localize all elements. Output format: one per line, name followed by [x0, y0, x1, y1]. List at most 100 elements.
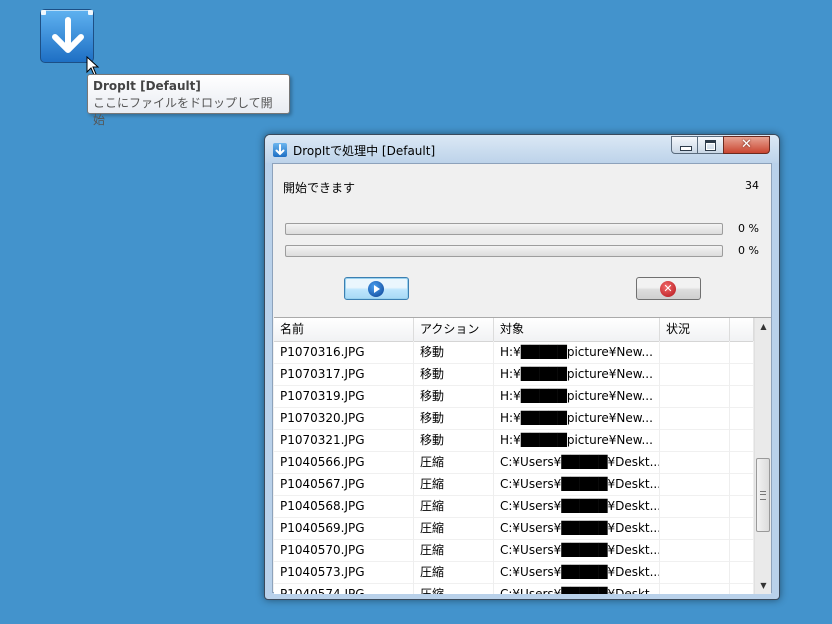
cell-spacer [730, 583, 754, 594]
cell-action: 圧縮 [414, 451, 494, 473]
cell-status [660, 583, 730, 594]
cell-action: 移動 [414, 385, 494, 407]
progress-percent-total: 0 % [738, 244, 759, 257]
down-arrow-icon [275, 144, 285, 156]
cell-status [660, 363, 730, 385]
scroll-down-icon[interactable]: ▼ [755, 577, 771, 594]
selection-handle [41, 10, 46, 15]
file-count: 34 [745, 179, 759, 192]
progress-percent-current: 0 % [738, 222, 759, 235]
scrollbar-thumb[interactable] [756, 458, 770, 532]
dropit-progress-window: DropItで処理中 [Default] ✕ 開始できます 34 0 % 0 %… [264, 134, 780, 600]
column-header-spacer [730, 318, 754, 341]
list-row[interactable]: P1070320.JPG 移動 H:¥█████picture¥New... [274, 407, 754, 430]
cell-target: H:¥█████picture¥New... [494, 385, 660, 407]
cell-action: 移動 [414, 363, 494, 385]
cancel-button[interactable]: ✕ [636, 277, 701, 300]
status-text: 開始できます [283, 181, 356, 195]
down-arrow-icon [52, 17, 84, 53]
list-row[interactable]: P1040573.JPG 圧縮 C:¥Users¥█████¥Deskt... [274, 561, 754, 584]
column-header-status[interactable]: 状況 [660, 318, 730, 341]
cell-name: P1040570.JPG [274, 539, 414, 561]
tooltip: DropIt [Default] ここにファイルをドロップして開始 [87, 74, 290, 127]
cell-status [660, 451, 730, 473]
cell-status [660, 341, 730, 363]
cell-status [660, 495, 730, 517]
mouse-cursor-icon [86, 56, 100, 76]
cell-spacer [730, 539, 754, 561]
progress-bar-current [285, 223, 723, 235]
cell-name: P1040573.JPG [274, 561, 414, 583]
scroll-up-icon[interactable]: ▲ [755, 318, 771, 335]
cell-status [660, 407, 730, 429]
cell-status [660, 517, 730, 539]
grip-icon [760, 491, 766, 500]
tooltip-text: ここにファイルをドロップして開始 [93, 96, 273, 127]
cell-name: P1040568.JPG [274, 495, 414, 517]
cell-spacer [730, 561, 754, 583]
cell-spacer [730, 341, 754, 363]
column-header-target[interactable]: 対象 [494, 318, 660, 341]
list-row[interactable]: P1070321.JPG 移動 H:¥█████picture¥New... [274, 429, 754, 452]
cell-name: P1070320.JPG [274, 407, 414, 429]
cell-action: 移動 [414, 429, 494, 451]
column-header-action[interactable]: アクション [414, 318, 494, 341]
list-row[interactable]: P1040570.JPG 圧縮 C:¥Users¥█████¥Deskt... [274, 539, 754, 562]
tooltip-title: DropIt [Default] [93, 79, 201, 93]
cell-status [660, 539, 730, 561]
vertical-scrollbar[interactable]: ▲ ▼ [754, 318, 771, 594]
start-button[interactable] [344, 277, 409, 300]
cell-target: C:¥Users¥█████¥Deskt... [494, 561, 660, 583]
file-list[interactable]: 名前 アクション 対象 状況 P1070316.JPG 移動 H:¥█████pic… [274, 317, 771, 594]
maximize-button[interactable] [697, 136, 724, 154]
minimize-icon [680, 146, 692, 151]
cell-spacer [730, 407, 754, 429]
cell-status [660, 429, 730, 451]
cell-status [660, 473, 730, 495]
cell-name: P1070316.JPG [274, 341, 414, 363]
cell-spacer [730, 451, 754, 473]
cell-target: C:¥Users¥█████¥Deskt... [494, 583, 660, 594]
cell-name: P1070321.JPG [274, 429, 414, 451]
window-title: DropItで処理中 [Default] [293, 144, 436, 158]
list-row[interactable]: P1040568.JPG 圧縮 C:¥Users¥█████¥Deskt... [274, 495, 754, 518]
close-button[interactable]: ✕ [723, 136, 770, 154]
cell-spacer [730, 385, 754, 407]
cell-action: 移動 [414, 407, 494, 429]
app-icon[interactable] [273, 143, 287, 157]
cell-action: 移動 [414, 341, 494, 363]
cell-target: H:¥█████picture¥New... [494, 407, 660, 429]
cell-status [660, 561, 730, 583]
cell-name: P1040574.JPG [274, 583, 414, 594]
cancel-icon: ✕ [660, 281, 676, 297]
list-row[interactable]: P1070317.JPG 移動 H:¥█████picture¥New... [274, 363, 754, 386]
title-bar[interactable]: DropItで処理中 [Default] ✕ [265, 135, 779, 163]
column-header-name[interactable]: 名前 [274, 318, 414, 341]
cell-spacer [730, 517, 754, 539]
list-row[interactable]: P1040566.JPG 圧縮 C:¥Users¥█████¥Deskt... [274, 451, 754, 474]
dropit-desktop-icon[interactable] [40, 9, 94, 63]
cell-target: C:¥Users¥█████¥Deskt... [494, 539, 660, 561]
cell-name: P1040566.JPG [274, 451, 414, 473]
cell-spacer [730, 429, 754, 451]
cell-spacer [730, 473, 754, 495]
minimize-button[interactable] [671, 136, 698, 154]
list-row[interactable]: P1040574.JPG 圧縮 C:¥Users¥█████¥Deskt... [274, 583, 754, 594]
list-row[interactable]: P1040567.JPG 圧縮 C:¥Users¥█████¥Deskt... [274, 473, 754, 496]
cell-spacer [730, 495, 754, 517]
maximize-icon [705, 140, 716, 151]
list-row[interactable]: P1070319.JPG 移動 H:¥█████picture¥New... [274, 385, 754, 408]
list-header: 名前 アクション 対象 状況 [274, 318, 754, 342]
list-row[interactable]: P1040569.JPG 圧縮 C:¥Users¥█████¥Deskt... [274, 517, 754, 540]
cell-target: C:¥Users¥█████¥Deskt... [494, 473, 660, 495]
cell-target: C:¥Users¥█████¥Deskt... [494, 451, 660, 473]
play-icon [368, 281, 384, 297]
cell-action: 圧縮 [414, 583, 494, 594]
progress-bar-total [285, 245, 723, 257]
cell-action: 圧縮 [414, 473, 494, 495]
list-row[interactable]: P1070316.JPG 移動 H:¥█████picture¥New... [274, 341, 754, 364]
cell-action: 圧縮 [414, 517, 494, 539]
window-client-area: 開始できます 34 0 % 0 % ✕ 名前 アクション 対象 状況 P1070… [272, 163, 772, 594]
cell-target: C:¥Users¥█████¥Deskt... [494, 495, 660, 517]
selection-handle [88, 10, 93, 15]
